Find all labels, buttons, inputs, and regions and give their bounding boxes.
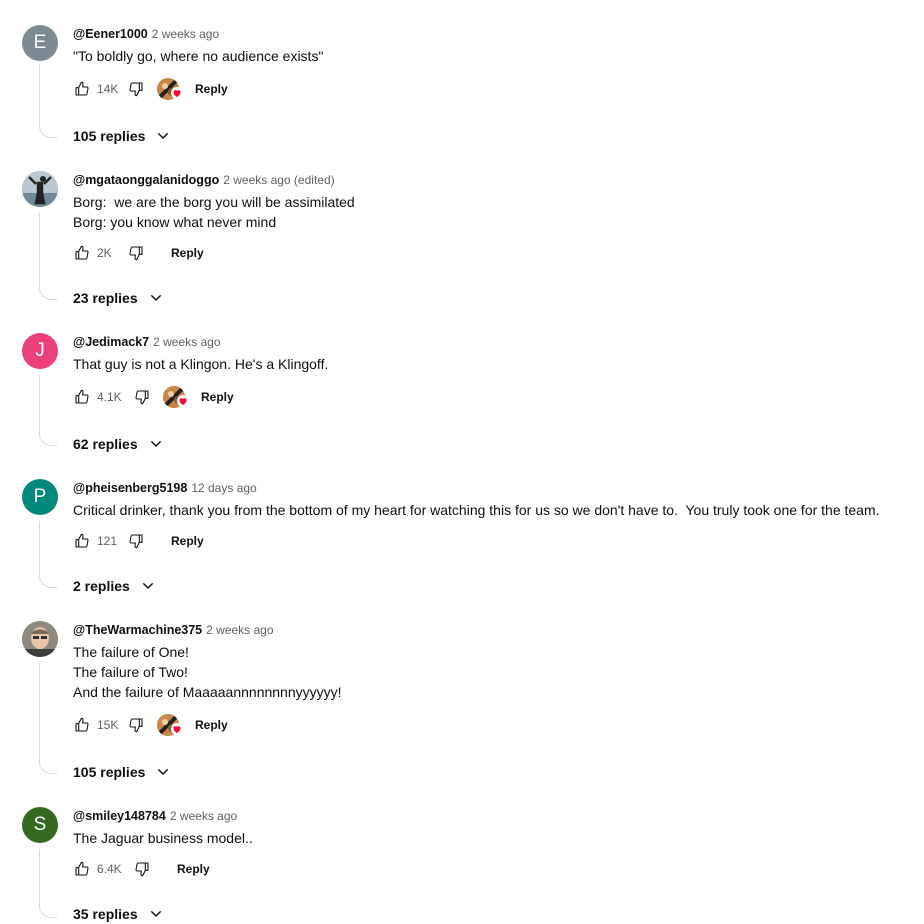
comment-text: The failure of One! The failure of Two! … bbox=[73, 644, 342, 700]
chevron-down-icon bbox=[155, 764, 171, 780]
creator-heart-badge bbox=[163, 386, 189, 408]
view-replies-button[interactable]: 105 replies bbox=[73, 125, 171, 147]
chevron-down-icon bbox=[148, 906, 164, 922]
author-handle[interactable]: @TheWarmachine375 bbox=[73, 623, 202, 637]
thread-connector bbox=[39, 64, 57, 138]
comment-text: Critical drinker, thank you from the bot… bbox=[73, 502, 880, 518]
comment-actions: 4.1K Reply bbox=[73, 385, 234, 409]
like-count: 121 bbox=[97, 534, 118, 548]
thread-connector bbox=[39, 663, 57, 774]
view-replies-button[interactable]: 2 replies bbox=[73, 575, 156, 597]
thumbs-up-icon[interactable] bbox=[73, 388, 91, 406]
like-count: 6.4K bbox=[97, 862, 122, 876]
avatar[interactable] bbox=[22, 621, 58, 657]
chevron-down-icon bbox=[140, 578, 156, 594]
comment-actions: 15K Reply bbox=[73, 713, 228, 737]
comment-timestamp[interactable]: 2 weeks ago bbox=[206, 623, 273, 637]
replies-count-label: 105 replies bbox=[73, 128, 146, 144]
replies-count-label: 2 replies bbox=[73, 578, 130, 594]
thumbs-down-icon[interactable] bbox=[127, 532, 145, 550]
view-replies-button[interactable]: 35 replies bbox=[73, 903, 164, 924]
thumbs-down-icon[interactable] bbox=[127, 244, 145, 262]
view-replies-button[interactable]: 62 replies bbox=[73, 433, 164, 455]
avatar[interactable]: S bbox=[22, 807, 58, 843]
comment-timestamp[interactable]: 12 days ago bbox=[191, 481, 256, 495]
comment-actions: 2K Reply bbox=[73, 241, 204, 265]
like-count: 4.1K bbox=[97, 390, 122, 404]
comment-timestamp[interactable]: 2 weeks ago bbox=[170, 809, 237, 823]
view-replies-button[interactable]: 105 replies bbox=[73, 761, 171, 783]
comment-timestamp[interactable]: 2 weeks ago bbox=[152, 27, 219, 41]
avatar[interactable]: J bbox=[22, 333, 58, 369]
chevron-down-icon bbox=[155, 128, 171, 144]
thumbs-up-icon[interactable] bbox=[73, 716, 91, 734]
heart-icon bbox=[177, 394, 189, 412]
author-handle[interactable]: @Eener1000 bbox=[73, 27, 148, 41]
reply-button[interactable]: Reply bbox=[201, 390, 234, 404]
comment-header: @smiley148784 2 weeks ago bbox=[73, 807, 237, 825]
comment-actions: 6.4K Reply bbox=[73, 857, 210, 881]
thumbs-up-icon[interactable] bbox=[73, 532, 91, 550]
view-replies-button[interactable]: 23 replies bbox=[73, 287, 164, 309]
replies-count-label: 35 replies bbox=[73, 906, 138, 922]
author-handle[interactable]: @mgataonggalanidoggo bbox=[73, 173, 219, 187]
comment-header: @TheWarmachine375 2 weeks ago bbox=[73, 621, 274, 639]
reply-button[interactable]: Reply bbox=[171, 246, 204, 260]
comment-text: "To boldly go, where no audience exists" bbox=[73, 48, 324, 64]
creator-heart-badge bbox=[157, 78, 183, 100]
thumbs-up-icon[interactable] bbox=[73, 80, 91, 98]
like-count: 2K bbox=[97, 246, 112, 260]
thumbs-down-icon[interactable] bbox=[127, 80, 145, 98]
thread-connector bbox=[39, 375, 57, 446]
author-handle[interactable]: @pheisenberg5198 bbox=[73, 481, 187, 495]
comment-header: @Eener1000 2 weeks ago bbox=[73, 25, 219, 43]
reply-button[interactable]: Reply bbox=[177, 862, 210, 876]
comment-header: @pheisenberg5198 12 days ago bbox=[73, 479, 257, 497]
replies-count-label: 105 replies bbox=[73, 764, 146, 780]
comment-text: Borg: we are the borg you will be assimi… bbox=[73, 194, 355, 230]
comment-text: That guy is not a Klingon. He's a Klingo… bbox=[73, 356, 329, 372]
reply-button[interactable]: Reply bbox=[171, 534, 204, 548]
thumbs-up-icon[interactable] bbox=[73, 244, 91, 262]
thread-connector bbox=[39, 521, 57, 588]
comment-header: @Jedimack7 2 weeks ago bbox=[73, 333, 221, 351]
heart-icon bbox=[171, 722, 183, 740]
thread-connector bbox=[39, 213, 57, 300]
comment-timestamp[interactable]: 2 weeks ago bbox=[153, 335, 220, 349]
chevron-down-icon bbox=[148, 290, 164, 306]
avatar[interactable]: P bbox=[22, 479, 58, 515]
like-count: 15K bbox=[97, 718, 119, 732]
author-handle[interactable]: @Jedimack7 bbox=[73, 335, 149, 349]
avatar[interactable] bbox=[22, 171, 58, 207]
reply-button[interactable]: Reply bbox=[195, 82, 228, 96]
comment-actions: 14K Reply bbox=[73, 77, 228, 101]
thumbs-up-icon[interactable] bbox=[73, 860, 91, 878]
avatar[interactable]: E bbox=[22, 25, 58, 61]
author-handle[interactable]: @smiley148784 bbox=[73, 809, 166, 823]
replies-count-label: 23 replies bbox=[73, 290, 138, 306]
comment-text: The Jaguar business model.. bbox=[73, 830, 253, 846]
thumbs-down-icon[interactable] bbox=[133, 860, 151, 878]
reply-button[interactable]: Reply bbox=[195, 718, 228, 732]
heart-icon bbox=[171, 86, 183, 104]
comment-timestamp[interactable]: 2 weeks ago (edited) bbox=[223, 173, 334, 187]
like-count: 14K bbox=[97, 82, 119, 96]
comment-actions: 121 Reply bbox=[73, 529, 204, 553]
thread-connector bbox=[39, 849, 57, 918]
chevron-down-icon bbox=[148, 436, 164, 452]
creator-heart-badge bbox=[157, 714, 183, 736]
thumbs-down-icon[interactable] bbox=[127, 716, 145, 734]
thumbs-down-icon[interactable] bbox=[133, 388, 151, 406]
replies-count-label: 62 replies bbox=[73, 436, 138, 452]
comment-header: @mgataonggalanidoggo 2 weeks ago (edited) bbox=[73, 171, 335, 189]
